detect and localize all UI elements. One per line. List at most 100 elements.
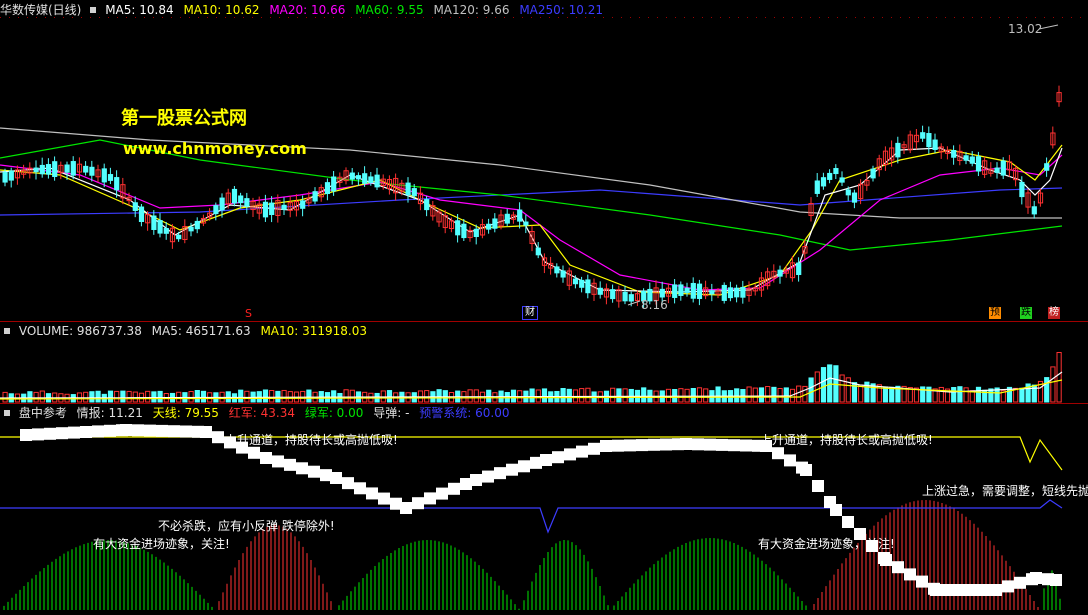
candle-body xyxy=(827,172,833,180)
qingbao-block xyxy=(436,487,448,500)
watermark-title: 第一股票公式网 xyxy=(121,108,247,129)
candle-body xyxy=(486,223,492,230)
volume-bar xyxy=(715,386,721,403)
candle-body xyxy=(1031,206,1037,215)
ma250-line xyxy=(0,187,1063,216)
volume-bar xyxy=(529,388,535,403)
qingbao-block xyxy=(80,426,92,438)
candle-body xyxy=(721,284,727,301)
low-price-label: 8.16 xyxy=(641,298,668,312)
qingbao-block xyxy=(564,448,576,461)
qingbao-block xyxy=(260,452,272,464)
qingbao-block xyxy=(156,424,168,437)
candle-body xyxy=(219,197,225,211)
candle-body xyxy=(833,168,839,175)
qingbao-block xyxy=(1050,574,1062,586)
volume-bar xyxy=(349,389,355,403)
qingbao-block xyxy=(990,584,1002,596)
candle-body xyxy=(368,176,374,184)
candle-body xyxy=(560,270,566,278)
candle-body xyxy=(138,206,145,222)
candle-body xyxy=(355,175,362,180)
drop-marker[interactable]: 跌 xyxy=(1020,307,1032,319)
volume-bar xyxy=(1050,366,1056,403)
candle-body xyxy=(523,221,529,226)
watermark-url[interactable]: www.chnmoney.com xyxy=(123,139,307,158)
volume-bar xyxy=(386,390,393,403)
volume-bar xyxy=(839,374,845,403)
sell-marker[interactable]: S xyxy=(245,307,252,320)
qingbao-block xyxy=(144,424,156,437)
volume-bar xyxy=(771,386,777,403)
volume-bar xyxy=(938,386,944,403)
candle-body xyxy=(895,142,901,158)
candle-body xyxy=(473,228,479,238)
candle-body xyxy=(975,156,982,172)
candle-body xyxy=(727,287,734,299)
candle-body xyxy=(796,262,802,276)
qingbao-block xyxy=(588,442,600,455)
volume-bar xyxy=(690,388,696,403)
forecast-marker[interactable]: 预 xyxy=(989,307,1001,319)
candle-body xyxy=(349,172,355,180)
candle-body xyxy=(374,174,380,188)
volume-bar xyxy=(262,389,269,403)
volume-bar xyxy=(703,388,709,403)
qingbao-block xyxy=(930,584,942,596)
rank-marker[interactable]: 榜 xyxy=(1048,307,1060,319)
volume-bar xyxy=(83,391,89,403)
candle-body xyxy=(2,171,8,183)
candle-body xyxy=(300,200,306,209)
candle-body xyxy=(151,215,157,230)
candle-body xyxy=(672,284,678,298)
volume-bar xyxy=(765,386,771,403)
qingbao-block xyxy=(494,467,506,480)
big-money-note: 有大资金进场迹象，关注! xyxy=(93,537,230,551)
volume-bar xyxy=(281,389,287,403)
qingbao-block xyxy=(180,425,192,438)
candle-body xyxy=(684,287,690,293)
qingbao-block xyxy=(966,584,978,596)
candle-body xyxy=(362,173,368,184)
candle-body xyxy=(579,279,585,288)
volume-bar xyxy=(89,391,95,403)
qingbao-block xyxy=(1030,572,1042,584)
volume-bar xyxy=(114,390,120,403)
candle-body xyxy=(845,189,851,196)
candle-body xyxy=(709,290,715,295)
volume-bar xyxy=(746,386,752,403)
candle-body xyxy=(969,156,975,164)
qingbao-block xyxy=(212,431,224,444)
earnings-marker[interactable]: 财 xyxy=(522,306,538,320)
qingbao-block xyxy=(692,438,704,451)
candle-body xyxy=(83,165,89,173)
qingbao-block xyxy=(104,424,116,437)
qingbao-block xyxy=(68,426,80,439)
qingbao-block xyxy=(880,554,892,566)
volume-bar xyxy=(343,389,349,403)
candle-body xyxy=(411,188,417,197)
ma10-line xyxy=(0,144,1063,296)
candle-body xyxy=(194,220,200,230)
candle-body xyxy=(851,192,858,203)
volume-bar xyxy=(758,387,765,403)
candle-body xyxy=(107,174,114,181)
qingbao-block xyxy=(366,487,378,500)
qingbao-block xyxy=(812,480,824,492)
candle-body xyxy=(262,201,269,218)
volume-bar xyxy=(275,390,281,403)
qingbao-block xyxy=(342,477,354,490)
volume-bar xyxy=(151,391,157,403)
volume-bar xyxy=(882,386,889,403)
qingbao-block xyxy=(892,561,904,574)
volume-bar xyxy=(33,391,39,403)
candle-body xyxy=(951,150,957,158)
volume-bar xyxy=(541,388,548,403)
qingbao-block xyxy=(448,482,460,495)
candle-body xyxy=(585,279,591,294)
candle-body xyxy=(39,164,45,175)
up-channel-note: 上升通道，持股待长或高抛低吸! xyxy=(760,433,933,447)
volume-bar xyxy=(622,388,628,403)
qingbao-block xyxy=(1014,576,1026,589)
candle-body xyxy=(176,234,182,240)
